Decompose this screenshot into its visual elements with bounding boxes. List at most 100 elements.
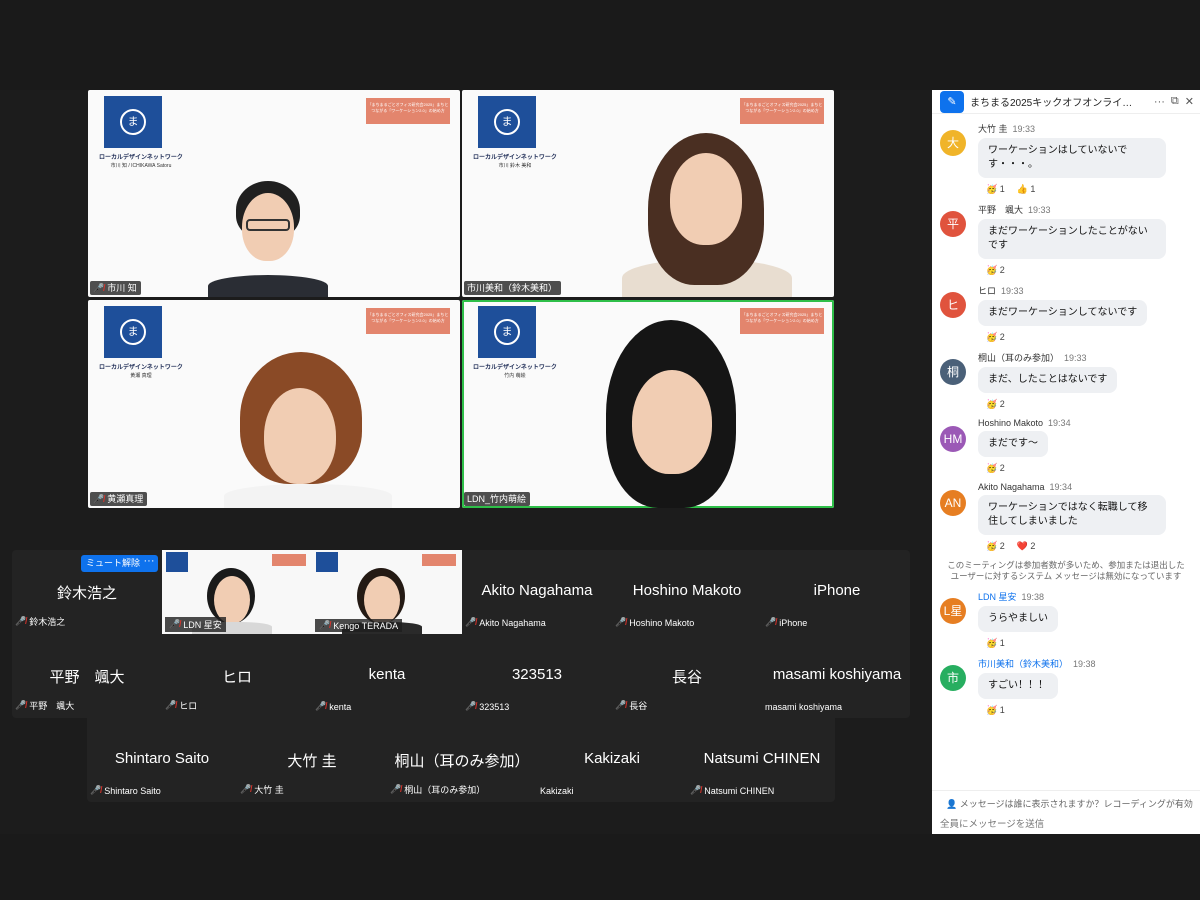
chat-message[interactable]: 平 平野 颯大 19:33 まだワーケーションしたことがないです 🥳 2 [932, 203, 1200, 276]
chat-message[interactable]: 大 大竹 圭 19:33 ワーケーションはしていないです・・・。 🥳 1 👍 1 [932, 122, 1200, 195]
message-bubble: ワーケーションはしていないです・・・。 [978, 138, 1166, 178]
participant-display-name: kenta [368, 666, 406, 683]
avatar: 桐 [940, 359, 966, 385]
participant-name: 市川美和（鈴木美和） [467, 283, 558, 293]
mic-muted-icon: 🎤̸ [390, 784, 402, 794]
gallery-tile[interactable]: 桐山（耳のみ参加） 🎤̸ 桐山（耳のみ参加） [387, 718, 537, 802]
reaction-chip[interactable]: 🥳 1 [986, 705, 1005, 716]
chat-compose-icon[interactable]: ✎ [940, 90, 964, 113]
bg-person-name: 市川 知 / ICHIKAWA Satoru [110, 163, 172, 169]
gallery-tile[interactable]: Shintaro Saito 🎤̸ Shintaro Saito [87, 718, 237, 802]
chat-message-input[interactable]: 全員にメッセージを送信 [932, 810, 1200, 834]
participant-name: 長谷 [629, 701, 648, 711]
participant-name-tag: 🎤̸ 桐山（耳のみ参加） [390, 783, 485, 796]
participant-name: iPhone [779, 617, 808, 628]
video-tile-kise-mari[interactable]: ま ローカルデザインネットワーク 黄瀬 真理 「まちまるごとオフィス研究会202… [88, 300, 460, 508]
gallery-tile[interactable]: Akito Nagahama 🎤̸ Akito Nagahama [462, 550, 612, 634]
reactions: 🥳 2 [978, 332, 1200, 343]
gallery-tile[interactable]: kenta 🎤̸ kenta [312, 634, 462, 718]
participant-name: Kakizaki [540, 786, 574, 796]
video-tile-ichikawa-satoru[interactable]: ま ローカルデザインネットワーク 市川 知 / ICHIKAWA Satoru … [88, 90, 460, 297]
reaction-chip[interactable]: 🥳 1 [986, 184, 1005, 195]
participant-video [208, 348, 408, 508]
participant-display-name: 323513 [511, 666, 563, 683]
popout-icon[interactable]: ⧉ [1171, 95, 1179, 108]
gallery-tile[interactable]: 🎤̸ Kengo TERADA [312, 550, 462, 634]
gallery-tile[interactable]: 大竹 圭 🎤̸ 大竹 圭 [237, 718, 387, 802]
reaction-chip[interactable]: 🥳 2 [986, 463, 1005, 474]
close-icon[interactable]: ✕ [1185, 95, 1194, 108]
participant-name-tag: 🎤̸ Akito Nagahama [465, 617, 546, 628]
message-bubble: まだ、したことはないです [978, 367, 1118, 393]
participant-video [188, 179, 348, 297]
reaction-chip[interactable]: ❤️ 2 [1017, 541, 1036, 552]
chat-message[interactable]: L星 LDN 星安 19:38 うらやましい 🥳 1 [932, 590, 1200, 649]
bg-person-name: 市川 鈴木 美和 [498, 163, 532, 169]
gallery-view: 鈴木浩之 🎤̸ 鈴木浩之 🎤̸ LDN 星安 🎤̸ Kengo TERADA Akito Na… [12, 550, 910, 718]
participant-display-name: 桐山（耳のみ参加） [394, 753, 530, 770]
bg-org-name: ローカルデザインネットワーク [99, 365, 183, 371]
participant-name-tag: Kakizaki [540, 786, 574, 796]
mic-muted-icon: 🎤̸ [315, 701, 327, 711]
reaction-chip[interactable]: 🥳 2 [986, 541, 1005, 552]
video-stage: ま ローカルデザインネットワーク 市川 知 / ICHIKAWA Satoru … [0, 90, 932, 834]
message-meta: LDN 星安 19:38 [978, 590, 1200, 603]
reaction-chip[interactable]: 🥳 1 [986, 638, 1005, 649]
participant-name: Natsumi CHINEN [704, 785, 775, 796]
bg-org-name: ローカルデザインネットワーク [99, 155, 183, 161]
participant-display-name: 大竹 圭 [287, 753, 337, 770]
reaction-chip[interactable]: 👍 1 [1017, 184, 1036, 195]
avatar: ヒ [940, 292, 966, 318]
gallery-tile[interactable]: 323513 🎤̸ 323513 [462, 634, 612, 718]
gallery-tile[interactable]: ヒロ 🎤̸ ヒロ [162, 634, 312, 718]
message-bubble: ワーケーションではなく転職して移住してしまいました [978, 495, 1166, 535]
gallery-tile[interactable]: masami koshiyama masami koshiyama [762, 634, 912, 718]
reactions: 🥳 2 [978, 399, 1200, 410]
mic-muted-icon: 🎤̸ [690, 785, 702, 795]
chat-message[interactable]: HM Hoshino Makoto 19:34 まだです〜 🥳 2 [932, 418, 1200, 474]
mic-muted-icon: 🎤̸ [765, 617, 777, 627]
participant-name-tag: 🎤̸ 鈴木浩之 [15, 615, 65, 628]
reaction-chip[interactable]: 🥳 2 [986, 265, 1005, 276]
sender-name: 桐山（耳のみ参加） [978, 353, 1060, 363]
chat-message[interactable]: AN Akito Nagahama 19:34 ワーケーションではなく転職して移住して… [932, 482, 1200, 552]
system-message: このミーティングは参加者数が多いため、参加または退出したユーザーに対するシステム… [947, 560, 1185, 581]
gallery-tile[interactable]: Hoshino Makoto 🎤̸ Hoshino Makoto [612, 550, 762, 634]
gallery-tile[interactable]: Kakizaki Kakizaki [537, 718, 687, 802]
gallery-tile[interactable]: Natsumi CHINEN 🎤̸ Natsumi CHINEN [687, 718, 837, 802]
reactions: 🥳 1 [978, 705, 1200, 716]
participant-name-tag: 🎤̸ Kengo TERADA [315, 619, 403, 632]
message-bubble: うらやましい [978, 606, 1058, 632]
reactions: 🥳 2 ❤️ 2 [978, 541, 1200, 552]
gallery-tile[interactable]: iPhone 🎤̸ iPhone [762, 550, 912, 634]
message-bubble: まだワーケーションしたことがないです [978, 219, 1166, 259]
video-tile-ichikawa-miwa[interactable]: ま ローカルデザインネットワーク 市川 鈴木 美和 「まちまるごとオフィス研究会… [462, 90, 834, 297]
participant-display-name: 長谷 [671, 669, 702, 686]
gallery-tile[interactable]: 🎤̸ LDN 星安 [162, 550, 312, 634]
gallery-tile[interactable]: 長谷 🎤̸ 長谷 [612, 634, 762, 718]
chat-message[interactable]: 桐 桐山（耳のみ参加） 19:33 まだ、したことはないです 🥳 2 [932, 351, 1200, 410]
people-icon: 👤 [946, 799, 960, 809]
avatar: 平 [940, 211, 966, 237]
message-meta: Akito Nagahama 19:34 [978, 482, 1200, 492]
gallery-view-row3: Shintaro Saito 🎤̸ Shintaro Saito 大竹 圭 🎤̸ 大竹 圭… [87, 718, 835, 802]
message-time: 19:34 [1049, 482, 1073, 492]
reactions: 🥳 1 👍 1 [978, 184, 1200, 195]
mic-muted-icon: 🎤̸ [15, 700, 27, 710]
video-tile-takeuchi-moe[interactable]: ま ローカルデザインネットワーク 竹内 萌絵 「まちまるごとオフィス研究会202… [462, 300, 834, 508]
mic-muted-icon: 🎤̸ [90, 785, 102, 795]
chat-message[interactable]: 市 市川美和（鈴木美和） 19:38 すごい！！！ 🥳 1 [932, 657, 1200, 716]
more-options-button[interactable]: ··· [140, 555, 158, 572]
bg-banner: 「まちまるごとオフィス研究会2025」まちとつながる「ワーケーション2.0」の始… [740, 98, 824, 124]
chat-message[interactable]: ヒ ヒロ 19:33 まだワーケーションしてないです 🥳 2 [932, 284, 1200, 343]
participant-name-tag: 🎤̸ kenta [315, 701, 351, 712]
participant-name-tag: 市川美和（鈴木美和） [464, 281, 562, 295]
reaction-chip[interactable]: 🥳 2 [986, 332, 1005, 343]
participant-name: 大竹 圭 [254, 785, 284, 795]
chat-more-button[interactable]: ··· [1154, 96, 1165, 108]
reaction-chip[interactable]: 🥳 2 [986, 399, 1005, 410]
gallery-tile[interactable]: 平野 颯大 🎤̸ 平野 颯大 [12, 634, 162, 718]
sender-name: LDN 星安 [978, 592, 1017, 602]
visibility-notice[interactable]: 👤 メッセージは誰に表示されますか？レコーディングが有効 [932, 791, 1200, 810]
unmute-button[interactable]: ミュート解除 [81, 555, 146, 572]
